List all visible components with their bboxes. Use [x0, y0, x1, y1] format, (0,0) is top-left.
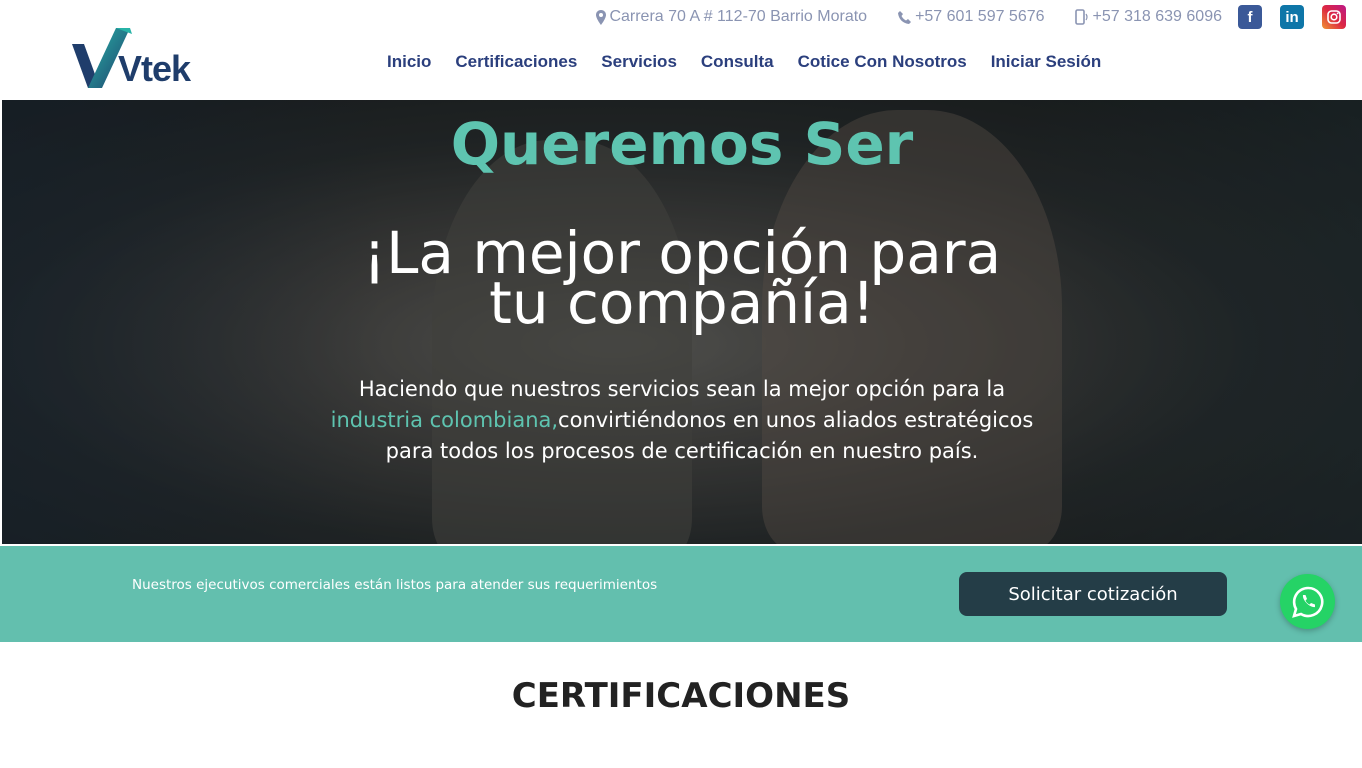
site-header: Vtek Carrera 70 A # 112-70 Barrio Morato… [0, 0, 1362, 100]
hero-banner: Queremos Ser ¡La mejor opción para tu co… [2, 100, 1362, 544]
phone-text: +57 601 597 5676 [915, 8, 1045, 25]
request-quote-button[interactable]: Solicitar cotización [959, 572, 1227, 616]
hero-text-start: Haciendo que nuestros servicios sean la … [358, 377, 1006, 401]
nav-item-cotice[interactable]: Cotice Con Nosotros [798, 52, 967, 72]
hero-description: Haciendo que nuestros servicios sean la … [320, 374, 1044, 467]
contact-bar: Carrera 70 A # 112-70 Barrio Morato +57 … [596, 5, 1346, 29]
cta-band: Nuestros ejecutivos comerciales están li… [0, 546, 1362, 642]
hero-kicker: Queremos Ser [450, 110, 914, 178]
logo-text: Vtek [118, 48, 191, 89]
main-nav: Inicio Certificaciones Servicios Consult… [387, 52, 1101, 72]
address-text: Carrera 70 A # 112-70 Barrio Morato [609, 8, 868, 25]
social-links: f in [1238, 5, 1346, 29]
nav-item-consulta[interactable]: Consulta [701, 52, 774, 72]
phone-icon [898, 10, 912, 24]
whatsapp-button[interactable] [1280, 574, 1335, 629]
map-marker-icon [596, 9, 607, 25]
mobile-text: +57 318 639 6096 [1092, 8, 1222, 25]
mobile-icon [1074, 9, 1088, 25]
mobile-item[interactable]: +57 318 639 6096 [1074, 8, 1222, 26]
nav-item-certificaciones[interactable]: Certificaciones [455, 52, 577, 72]
hero-title: ¡La mejor opción para tu compañía! [362, 219, 1002, 337]
nav-item-inicio[interactable]: Inicio [387, 52, 431, 72]
hero-text-highlight: industria colombiana, [330, 408, 559, 432]
cta-text: Nuestros ejecutivos comerciales están li… [132, 577, 658, 593]
phone-item[interactable]: +57 601 597 5676 [897, 8, 1045, 26]
facebook-icon[interactable]: f [1238, 5, 1262, 29]
vtek-logo[interactable]: Vtek [70, 26, 205, 92]
nav-item-iniciar-sesion[interactable]: Iniciar Sesión [991, 52, 1102, 72]
nav-item-servicios[interactable]: Servicios [601, 52, 677, 72]
address-item: Carrera 70 A # 112-70 Barrio Morato [596, 8, 867, 26]
linkedin-icon[interactable]: in [1280, 5, 1304, 29]
whatsapp-icon [1291, 586, 1323, 618]
section-title: CERTIFICACIONES [511, 676, 851, 716]
instagram-icon[interactable] [1322, 5, 1346, 29]
